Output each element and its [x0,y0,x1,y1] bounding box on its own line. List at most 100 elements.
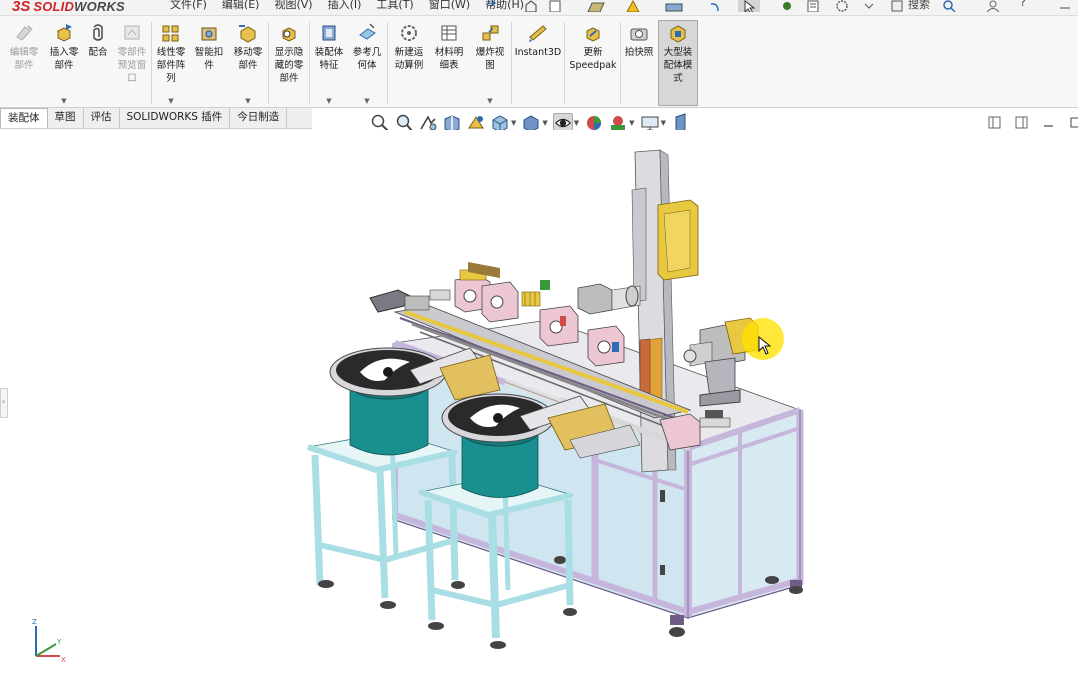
rebuild-traffic-light-icon[interactable] [782,0,792,12]
exploded-view-dropdown-icon[interactable]: ▼ [487,97,492,105]
svg-text:Y: Y [56,638,62,646]
mouse-pointer-icon [758,336,772,355]
solidworks-logo: 3S SOLIDWORKS [12,0,125,15]
tile-left-icon[interactable] [988,116,1001,129]
svg-text:Z: Z [32,618,37,626]
ribbon-separator [564,22,565,104]
linear-pattern-icon [162,25,179,42]
command-manager-ribbon: 编辑零 部件 插入零 部件 ▼ 配合 零部件 预览窗 口 线性零 部件阵 列 ▼… [0,16,1078,108]
viewport-window-controls [988,116,1078,129]
display-style-dropdown-icon[interactable]: ▼ [542,119,547,127]
open-icon[interactable] [586,0,606,12]
search-icon[interactable] [942,0,956,12]
insert-components-dropdown-icon[interactable]: ▼ [61,97,66,105]
tab-sketch[interactable]: 草图 [48,108,84,128]
menu-insert[interactable]: 插入(I) [328,0,362,12]
linear-pattern-dropdown-icon[interactable]: ▼ [168,97,173,105]
tab-made-today[interactable]: 今日制造 [230,108,288,128]
menu-edit[interactable]: 编辑(E) [222,0,260,12]
mate-paperclip-icon [93,24,103,41]
assembly-features-dropdown-icon[interactable]: ▼ [326,97,331,105]
menu-view[interactable]: 视图(V) [274,0,312,12]
tile-right-icon[interactable] [1015,116,1028,129]
move-component-icon [239,25,256,43]
edit-component-button[interactable]: 编辑零 部件 [4,21,44,105]
coordinate-triad-icon: Z X Y [32,618,66,664]
show-hidden-components-button[interactable]: 显示隐 藏的零 部件 [270,21,308,105]
brand-text: SOLIDWORKS [33,0,125,14]
maximize-viewport-icon[interactable] [1069,116,1078,129]
file-properties-icon[interactable] [806,0,820,12]
minimize-viewport-icon[interactable] [1042,116,1055,129]
assembly-features-icon [322,25,336,41]
command-manager-tabs: 装配体 草图 评估 SOLIDWORKS 插件 今日制造 [0,108,312,129]
view-settings-dropdown-icon[interactable]: ▼ [661,119,666,127]
solidworks-window: 3S SOLIDWORKS 文件(F) 编辑(E) 视图(V) 插入(I) 工具… [0,0,1078,673]
move-component-dropdown-icon[interactable]: ▼ [245,97,250,105]
minimize-window-icon[interactable] [1058,0,1072,12]
large-assembly-mode-icon [670,25,686,43]
large-assembly-mode-button[interactable]: 大型装 配体模 式 [658,20,698,106]
update-speedpak-icon [586,27,600,42]
user-icon[interactable] [986,0,1000,12]
ribbon-separator [387,22,388,104]
options-gear-icon[interactable] [834,0,850,12]
assembly-features-button[interactable]: 装配体 特征 ▼ [311,21,347,105]
camera-icon [630,28,648,41]
print-icon[interactable] [664,0,684,12]
insert-components-icon [57,24,72,42]
instant3d-button[interactable]: Instant3D [513,21,563,105]
menu-window[interactable]: 窗口(W) [429,0,470,12]
menu-file[interactable]: 文件(F) [170,0,207,12]
customize-dropdown-icon[interactable] [862,0,876,12]
insert-components-button[interactable]: 插入零 部件 ▼ [44,21,84,105]
show-hidden-components-icon [282,27,296,42]
menu-bar: 文件(F) 编辑(E) 视图(V) 插入(I) 工具(T) 窗口(W) 帮助(H… [170,0,539,12]
tab-assembly[interactable]: 装配体 [0,108,48,128]
search-label[interactable]: 搜索 [908,0,930,11]
tab-solidworks-addins[interactable]: SOLIDWORKS 插件 [120,108,231,128]
pin-menu-icon[interactable]: ✈ [488,0,497,10]
undo-icon[interactable] [708,0,720,12]
exploded-view-icon [482,25,499,41]
ribbon-separator [268,22,269,104]
view-orientation-dropdown-icon[interactable]: ▼ [511,119,516,127]
help-icon[interactable]: ? [1020,0,1026,9]
reference-geometry-icon [359,23,376,40]
assembly-model-view[interactable] [0,130,1078,673]
apply-scene-dropdown-icon[interactable]: ▼ [629,119,634,127]
menu-tools[interactable]: 工具(T) [376,0,413,12]
new-motion-study-button[interactable]: 新建运 动算例 [389,21,429,105]
warning-icon [626,0,640,12]
take-snapshot-button[interactable]: 拍快照 [622,21,656,105]
bill-of-materials-icon [441,25,457,41]
quick-access-toolbar: 搜索 ? [510,0,1078,15]
component-preview-window-button[interactable]: 零部件 预览窗 口 [113,21,151,105]
linear-component-pattern-button[interactable]: 线性零 部件阵 列 ▼ [152,21,190,105]
ribbon-separator [309,22,310,104]
home-icon[interactable] [524,0,538,12]
title-menu-bar: 3S SOLIDWORKS 文件(F) 编辑(E) 视图(V) 插入(I) 工具… [0,0,1078,16]
exploded-view-button[interactable]: 爆炸视 图 ▼ [470,21,510,105]
select-icon[interactable] [738,0,760,12]
bill-of-materials-button[interactable]: 材料明 细表 [430,21,468,105]
edit-component-icon [16,25,33,41]
new-document-icon[interactable] [548,0,562,12]
instant3d-icon [529,25,547,42]
mate-button[interactable]: 配合 [84,21,112,105]
search-commands-icon[interactable] [890,0,904,12]
tab-evaluate[interactable]: 评估 [84,108,120,128]
component-preview-icon [124,25,140,40]
ribbon-separator [620,22,621,104]
smart-fasteners-button[interactable]: 智能扣 件 [190,21,228,105]
move-component-button[interactable]: 移动零 部件 ▼ [228,21,268,105]
svg-text:X: X [61,656,66,664]
update-speedpak-button[interactable]: 更新 Speedpak [566,21,620,105]
new-motion-study-icon [401,25,417,41]
hide-show-dropdown-icon[interactable]: ▼ [574,119,579,127]
reference-geometry-dropdown-icon[interactable]: ▼ [364,97,369,105]
ribbon-separator [511,22,512,104]
ds-logo-mark: 3S [12,0,31,15]
smart-fasteners-icon [201,27,217,41]
reference-geometry-button[interactable]: 参考几 何体 ▼ [348,21,386,105]
